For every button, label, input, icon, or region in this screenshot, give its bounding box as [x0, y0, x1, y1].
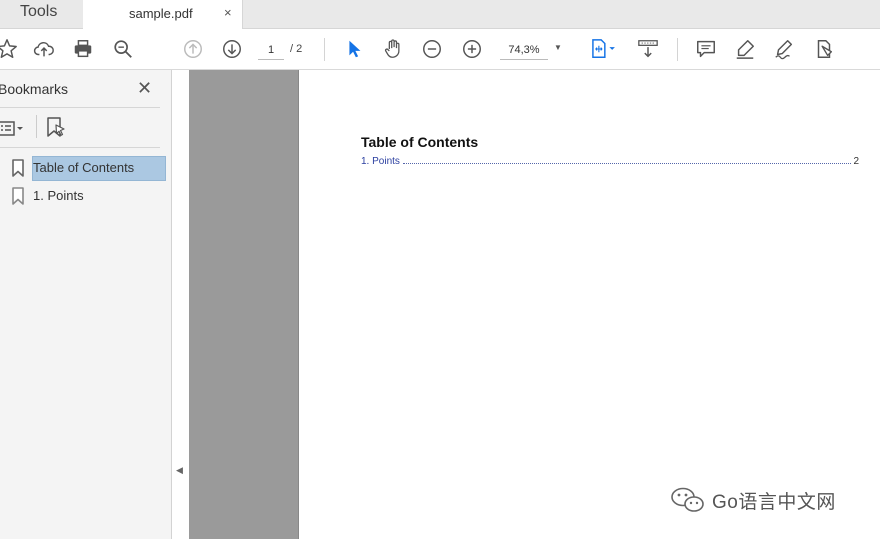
fit-page-icon[interactable] [586, 37, 620, 61]
bookmark-icon [12, 187, 24, 205]
bookmark-item[interactable]: Table of Contents [0, 156, 166, 181]
toc-entry-label: 1. Points [361, 156, 400, 167]
collapse-panel-icon[interactable]: ◀ [176, 465, 183, 476]
toolbar-separator [677, 38, 678, 61]
tab-document[interactable]: sample.pdf × [83, 0, 243, 30]
bookmark-icon [12, 159, 24, 177]
bookmark-label: 1. Points [33, 188, 84, 203]
zoom-level-input[interactable] [500, 40, 548, 60]
panel-tool-separator [36, 115, 37, 138]
bookmarks-panel-title: Bookmarks [0, 81, 69, 97]
highlight-icon[interactable] [733, 37, 757, 61]
toolbar-separator [324, 38, 325, 61]
tab-tools[interactable]: Tools [0, 0, 83, 29]
toc-heading: Table of Contents [361, 134, 479, 150]
comment-icon[interactable] [694, 37, 718, 61]
document-margin [189, 70, 298, 539]
tab-close-icon[interactable]: × [224, 5, 232, 20]
zoom-dropdown-icon[interactable]: ▼ [554, 43, 562, 52]
bookmark-item[interactable]: 1. Points [0, 184, 166, 209]
watermark-text: Go语言中文网 [712, 491, 836, 513]
toolbar: / 2 ▼ [0, 29, 880, 70]
bookmark-options-icon[interactable] [0, 119, 27, 139]
zoom-out-icon[interactable] [420, 37, 444, 61]
print-icon[interactable] [71, 37, 95, 61]
cloud-upload-icon[interactable] [32, 37, 56, 61]
new-bookmark-icon[interactable] [45, 116, 67, 138]
hand-icon[interactable] [381, 37, 405, 61]
panel-divider [0, 107, 160, 108]
more-tools-icon[interactable] [812, 37, 836, 61]
toc-dot-leader [402, 163, 852, 164]
star-icon[interactable] [0, 37, 19, 61]
panel-divider [0, 147, 160, 148]
select-arrow-icon[interactable] [342, 37, 366, 61]
scroll-mode-icon[interactable] [636, 37, 660, 61]
tab-bar: Tools sample.pdf × [0, 0, 880, 30]
sign-icon[interactable] [772, 37, 796, 61]
zoom-in-icon[interactable] [460, 37, 484, 61]
bookmark-label: Table of Contents [33, 160, 135, 175]
page-down-icon[interactable] [220, 37, 244, 61]
page-total: / 2 [290, 43, 303, 55]
bookmarks-panel: Bookmarks ✕ Table of Contents 1. Points [0, 70, 172, 539]
toc-entry-link[interactable]: 1. Points 2 [361, 156, 859, 167]
toc-entry-page: 2 [853, 156, 859, 167]
zoom-search-icon[interactable] [111, 37, 135, 61]
page-up-icon[interactable] [181, 37, 205, 61]
wechat-logo-icon [671, 487, 704, 512]
close-panel-icon[interactable]: ✕ [137, 78, 152, 99]
document-page[interactable]: Table of Contents 1. Points 2 [298, 70, 880, 539]
watermark: Go语言中文网 [670, 486, 836, 514]
page-number-input[interactable] [258, 40, 284, 60]
tab-document-title: sample.pdf [129, 6, 193, 21]
